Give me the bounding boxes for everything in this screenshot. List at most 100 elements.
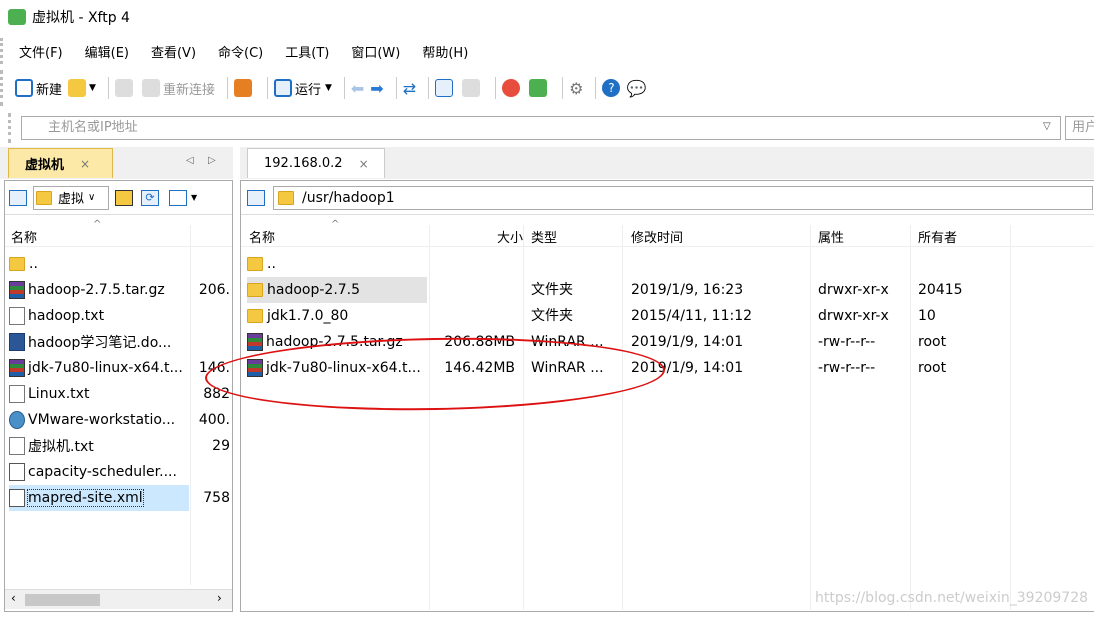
list-item[interactable]: mapred-site.xml 758 [5,485,232,511]
list-item[interactable]: jdk-7u80-linux-x64.t... 146. [5,355,232,381]
column-attr[interactable]: 属性 [818,227,844,246]
up-folder-icon[interactable] [115,189,133,206]
file-name-cell: .. [9,251,189,277]
xshell-button[interactable] [502,79,523,97]
properties-button[interactable] [233,79,255,97]
file-name: mapred-site.xml [27,489,144,507]
file-name: VMware-workstatio... [28,412,176,428]
column-size[interactable]: 大小 [497,227,523,246]
column-modified[interactable]: 修改时间 [631,227,683,246]
run-button[interactable]: 运行 ▼ [273,79,332,98]
reconnect-button[interactable]: 重新连接 [141,79,215,98]
rar-icon [9,359,25,377]
file-size: 146.42MB [444,360,515,376]
file-name: hadoop学习笔记.do... [28,335,172,351]
tab-prev-icon[interactable]: ◁ [186,155,194,166]
right-path-combo[interactable]: /usr/hadoop1 [273,185,1093,210]
scroll-thumb[interactable] [25,594,100,606]
new-button[interactable]: 新建 [15,79,62,98]
reconnect-icon [141,79,160,97]
column-owner[interactable]: 所有者 [918,227,957,246]
menu-window[interactable]: 窗口(W) [347,40,404,63]
menu-tools[interactable]: 工具(T) [281,40,333,63]
file-name: 虚拟机.txt [28,439,94,455]
disconnect-icon [114,79,133,97]
file-size: 146. [198,360,230,376]
file-modified: 2019/1/9, 14:01 [631,334,744,350]
menu-edit[interactable]: 编辑(E) [81,40,133,63]
list-item[interactable]: capacity-scheduler.... [5,459,232,485]
table-row[interactable]: hadoop-2.7.5.tar.gz 206.88MB WinRAR ... 201… [241,329,1094,355]
open-button[interactable]: ▼ [68,79,96,97]
xml-icon [9,489,25,507]
file-attributes: -rw-r--r-- [818,334,876,350]
list-item[interactable]: hadoop学习笔记.do... [5,329,232,355]
list-view-icon[interactable] [169,189,187,206]
list-item[interactable]: 虚拟机.txt 29 [5,433,232,459]
folder-icon [36,190,52,205]
file-name: .. [29,256,38,272]
chat-button[interactable]: 💬 [626,79,646,98]
table-row[interactable]: .. [241,251,1094,277]
left-column-header: 名称 ^ [5,219,232,247]
chevron-down-icon: ∨ [88,192,96,203]
folder-icon [9,257,25,271]
list-item[interactable]: hadoop-2.7.5.tar.gz 206. [5,277,232,303]
list-item[interactable]: Linux.txt 882 [5,381,232,407]
copy-button[interactable] [435,79,456,97]
watermark: https://blog.csdn.net/weixin_39209728 [815,590,1089,606]
file-name-cell: hadoop-2.7.5.tar.gz [247,329,427,355]
arrow-right-icon: ➡ [370,78,384,98]
file-name-cell: hadoop-2.7.5 [247,277,427,303]
help-button[interactable]: ? [602,79,621,97]
xftp-button[interactable] [529,79,550,97]
txt-icon [9,385,25,403]
left-horizontal-scrollbar[interactable]: ‹ › [5,589,232,609]
scroll-left-icon[interactable]: ‹ [11,591,16,605]
close-icon[interactable]: × [359,157,369,171]
left-path-combo[interactable]: 虚拟 ∨ [33,185,109,210]
file-name-cell: Linux.txt [9,381,189,407]
column-name[interactable]: 名称 [11,227,37,246]
column-name[interactable]: 名称 [249,227,275,246]
username-input[interactable]: 用户名 [1065,116,1094,140]
right-pane: /usr/hadoop1 名称 ^ 大小 类型 修改时间 属性 所有者 .. ha… [240,180,1094,612]
options-button[interactable]: ⚙ [569,79,583,98]
tab-local[interactable]: 虚拟机 × [8,148,113,178]
menu-help[interactable]: 帮助(H) [418,40,472,63]
file-size [431,251,515,277]
file-modified: 2019/1/9, 14:01 [631,360,744,376]
table-row[interactable]: hadoop-2.7.5 文件夹 2019/1/9, 16:23 drwxr-xr-x… [241,277,1094,303]
file-name-cell: VMware-workstatio... [9,407,189,433]
menu-file[interactable]: 文件(F) [15,40,67,63]
list-item[interactable]: VMware-workstatio... 400. [5,407,232,433]
list-item[interactable]: .. [5,251,232,277]
file-name-cell: hadoop学习笔记.do... [9,329,189,355]
chevron-down-icon[interactable]: ▽ [1043,121,1051,132]
file-size [431,303,515,329]
back-button[interactable]: ⬅ [351,79,364,98]
host-input[interactable]: 主机名或IP地址 [21,116,1061,140]
tab-remote[interactable]: 192.168.0.2 × [247,148,385,178]
forward-button[interactable]: ➡ [370,79,383,98]
view-icon[interactable] [9,189,27,206]
file-name-cell: jdk-7u80-linux-x64.t... [247,355,427,381]
menu-view[interactable]: 查看(V) [147,40,200,63]
view-icon[interactable] [247,189,265,206]
tab-next-icon[interactable]: ▷ [208,155,216,166]
menu-command[interactable]: 命令(C) [214,40,267,63]
column-type[interactable]: 类型 [531,227,557,246]
table-row[interactable]: jdk-7u80-linux-x64.t... 146.42MB WinRAR ..… [241,355,1094,381]
sync-button[interactable]: ⇄ [403,79,416,98]
disconnect-button[interactable] [114,79,136,97]
paste-button[interactable] [462,79,483,97]
dropdown-arrow-icon[interactable]: ▼ [191,193,197,202]
scroll-right-icon[interactable]: › [217,591,222,605]
close-icon[interactable]: × [80,157,90,171]
refresh-icon[interactable]: ⟳ [141,189,159,206]
toolbar-separator [428,77,430,99]
left-pane: 虚拟 ∨ ⟳ ▼ 名称 ^ .. hadoop-2.7.5.tar.gz 206. h… [4,180,233,612]
table-row[interactable]: jdk1.7.0_80 文件夹 2015/4/11, 11:12 drwxr-xr-x… [241,303,1094,329]
tab-label: 192.168.0.2 [264,156,343,171]
list-item[interactable]: hadoop.txt [5,303,232,329]
